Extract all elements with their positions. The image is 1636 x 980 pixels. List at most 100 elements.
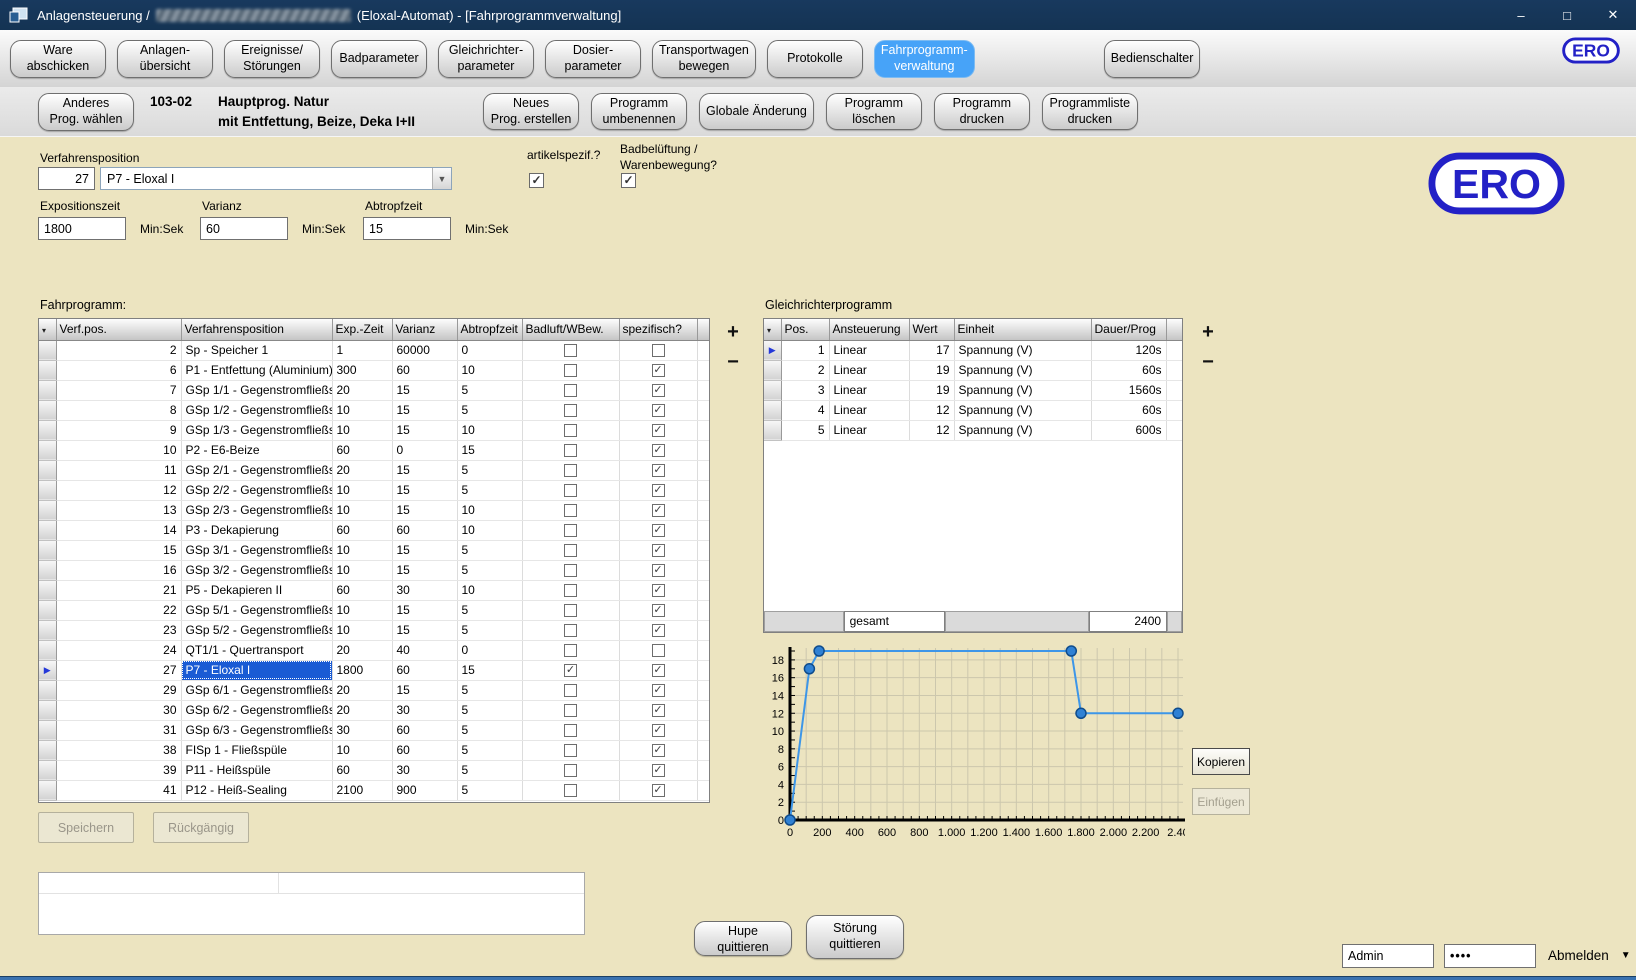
spezifisch-checkbox[interactable]: ✓ — [652, 484, 665, 497]
stoerung-quittieren-button[interactable]: Störung quittieren — [806, 915, 904, 959]
badbelueftung-checkbox[interactable]: ✓ — [621, 173, 636, 188]
row-selector[interactable] — [39, 760, 56, 780]
hupe-quittieren-button[interactable]: Hupe quittieren — [694, 921, 792, 956]
nav-dosier-parameter[interactable]: Dosier- parameter — [545, 40, 641, 78]
gleichrichter-row[interactable]: ▶1Linear17Spannung (V)120s — [764, 340, 1183, 360]
spezifisch-checkbox[interactable]: ✓ — [652, 384, 665, 397]
programm-loeschen-button[interactable]: Programm löschen — [826, 93, 922, 130]
row-selector[interactable] — [39, 720, 56, 740]
password-field[interactable] — [1444, 944, 1536, 968]
row-selector[interactable] — [39, 440, 56, 460]
gleichrichter-row[interactable]: 3Linear19Spannung (V)1560s — [764, 380, 1183, 400]
badluft-checkbox[interactable] — [564, 544, 577, 557]
fahrprogramm-row[interactable]: 21P5 - Dekapieren II603010✓ — [39, 580, 710, 600]
neues-prog-erstellen-button[interactable]: Neues Prog. erstellen — [483, 93, 579, 130]
badluft-checkbox[interactable] — [564, 504, 577, 517]
spezifisch-checkbox[interactable]: ✓ — [652, 464, 665, 477]
globale-aenderung-button[interactable]: Globale Änderung — [699, 93, 814, 130]
artikelspezif-checkbox[interactable]: ✓ — [529, 173, 544, 188]
gl-col-header-4[interactable]: Dauer/Prog — [1091, 319, 1166, 340]
spezifisch-checkbox[interactable]: ✓ — [652, 444, 665, 457]
fahrprogramm-row[interactable]: 14P3 - Dekapierung606010✓ — [39, 520, 710, 540]
fahrprogramm-row[interactable]: 11GSp 2/1 - Gegenstromfließspüle20155✓ — [39, 460, 710, 480]
badluft-checkbox[interactable] — [564, 584, 577, 597]
row-selector[interactable] — [39, 640, 56, 660]
username-field[interactable] — [1342, 944, 1434, 968]
chart-point[interactable] — [1066, 646, 1076, 656]
row-selector[interactable] — [39, 580, 56, 600]
badluft-checkbox[interactable] — [564, 604, 577, 617]
row-selector[interactable] — [39, 380, 56, 400]
row-selector[interactable] — [39, 480, 56, 500]
nav-ware-abschicken[interactable]: Ware abschicken — [10, 40, 106, 78]
badluft-checkbox[interactable] — [564, 564, 577, 577]
badluft-checkbox[interactable] — [564, 464, 577, 477]
fahrprogramm-row[interactable]: 12GSp 2/2 - Gegenstromfließspüle10155✓ — [39, 480, 710, 500]
fahrprogramm-row[interactable]: 22GSp 5/1 - Gegenstromfließspüle10155✓ — [39, 600, 710, 620]
badluft-checkbox[interactable] — [564, 444, 577, 457]
badluft-checkbox[interactable] — [564, 384, 577, 397]
spezifisch-checkbox[interactable]: ✓ — [652, 544, 665, 557]
badluft-checkbox[interactable] — [564, 704, 577, 717]
fahrprogramm-row[interactable]: 10P2 - E6-Beize60015✓ — [39, 440, 710, 460]
spezifisch-checkbox[interactable]: ✓ — [652, 604, 665, 617]
row-selector[interactable] — [764, 400, 781, 420]
programm-umbenennen-button[interactable]: Programm umbenennen — [591, 93, 687, 130]
paste-button[interactable]: Einfügen — [1192, 788, 1250, 815]
gl-col-header-1[interactable]: Ansteuerung — [829, 319, 909, 340]
badluft-checkbox[interactable] — [564, 744, 577, 757]
row-selector[interactable] — [39, 520, 56, 540]
fahrprogramm-row[interactable]: 2Sp - Speicher 11600000 — [39, 340, 710, 360]
fahrprogramm-row[interactable]: 30GSp 6/2 - Gegenstromfließspüle20305✓ — [39, 700, 710, 720]
verfahrensposition-number-input[interactable] — [38, 167, 95, 190]
spezifisch-checkbox[interactable]: ✓ — [652, 584, 665, 597]
spezifisch-checkbox[interactable]: ✓ — [652, 664, 665, 677]
spezifisch-checkbox[interactable]: ✓ — [652, 724, 665, 737]
fahrprogramm-row[interactable]: 38FISp 1 - Fließspüle10605✓ — [39, 740, 710, 760]
nav-ereignisse-stoerungen[interactable]: Ereignisse/ Störungen — [224, 40, 320, 78]
gleichrichter-remove-button[interactable]: − — [1197, 350, 1219, 374]
fahr-col-header-2[interactable]: Exp.-Zeit — [332, 319, 392, 340]
maximize-button[interactable]: □ — [1544, 0, 1590, 30]
fahrprogramm-row[interactable]: 24QT1/1 - Quertransport20400 — [39, 640, 710, 660]
fahrprogramm-row[interactable]: 23GSp 5/2 - Gegenstromfließspüle10155✓ — [39, 620, 710, 640]
fahrprogramm-add-button[interactable]: + — [722, 320, 744, 344]
fahrprogramm-row[interactable]: 41P12 - Heiß-Sealing21009005✓ — [39, 780, 710, 800]
fahr-col-header-4[interactable]: Abtropfzeit — [457, 319, 522, 340]
spezifisch-checkbox[interactable]: ✓ — [652, 424, 665, 437]
fahrprogramm-row[interactable]: 15GSp 3/1 - Gegenstromfließspüle10155✓ — [39, 540, 710, 560]
fahrprogramm-row[interactable]: 8GSp 1/2 - Gegenstromfließspüle10155✓ — [39, 400, 710, 420]
undo-button[interactable]: Rückgängig — [153, 812, 249, 843]
fahrprogramm-remove-button[interactable]: − — [722, 350, 744, 374]
spezifisch-checkbox[interactable]: ✓ — [652, 564, 665, 577]
spezifisch-checkbox[interactable]: ✓ — [652, 624, 665, 637]
chart-point[interactable] — [804, 664, 814, 674]
gl-col-header-2[interactable]: Wert — [909, 319, 954, 340]
row-selector[interactable] — [39, 540, 56, 560]
row-selector[interactable] — [39, 600, 56, 620]
badluft-checkbox[interactable] — [564, 484, 577, 497]
nav-protokolle[interactable]: Protokolle — [767, 40, 863, 78]
fahr-col-header-1[interactable]: Verfahrensposition — [181, 319, 332, 340]
programmliste-drucken-button[interactable]: Programmliste drucken — [1042, 93, 1138, 130]
nav-anlagen-uebersicht[interactable]: Anlagen- übersicht — [117, 40, 213, 78]
row-selector[interactable] — [39, 460, 56, 480]
row-selector[interactable] — [39, 700, 56, 720]
abtropfzeit-input[interactable] — [363, 217, 451, 240]
fahrprogramm-row[interactable]: 6P1 - Entfettung (Aluminium)3006010✓ — [39, 360, 710, 380]
badluft-checkbox[interactable] — [564, 424, 577, 437]
row-selector[interactable] — [39, 780, 56, 800]
badluft-checkbox[interactable] — [564, 764, 577, 777]
spezifisch-checkbox[interactable] — [652, 644, 665, 657]
fahr-col-header-3[interactable]: Varianz — [392, 319, 457, 340]
nav-transportwagen-bewegen[interactable]: Transportwagen bewegen — [652, 40, 756, 78]
fahr-corner-cell[interactable]: ▾ — [39, 319, 56, 340]
voltage-chart[interactable]: 02468101214161802004006008001.0001.2001.… — [753, 645, 1185, 845]
badluft-checkbox[interactable]: ✓ — [564, 664, 577, 677]
spezifisch-checkbox[interactable] — [652, 344, 665, 357]
gl-corner-cell[interactable]: ▾ — [764, 319, 781, 340]
gleichrichter-row[interactable]: 4Linear12Spannung (V)60s — [764, 400, 1183, 420]
chart-point[interactable] — [1173, 708, 1183, 718]
chart-point[interactable] — [1076, 708, 1086, 718]
chart-point[interactable] — [785, 815, 795, 825]
